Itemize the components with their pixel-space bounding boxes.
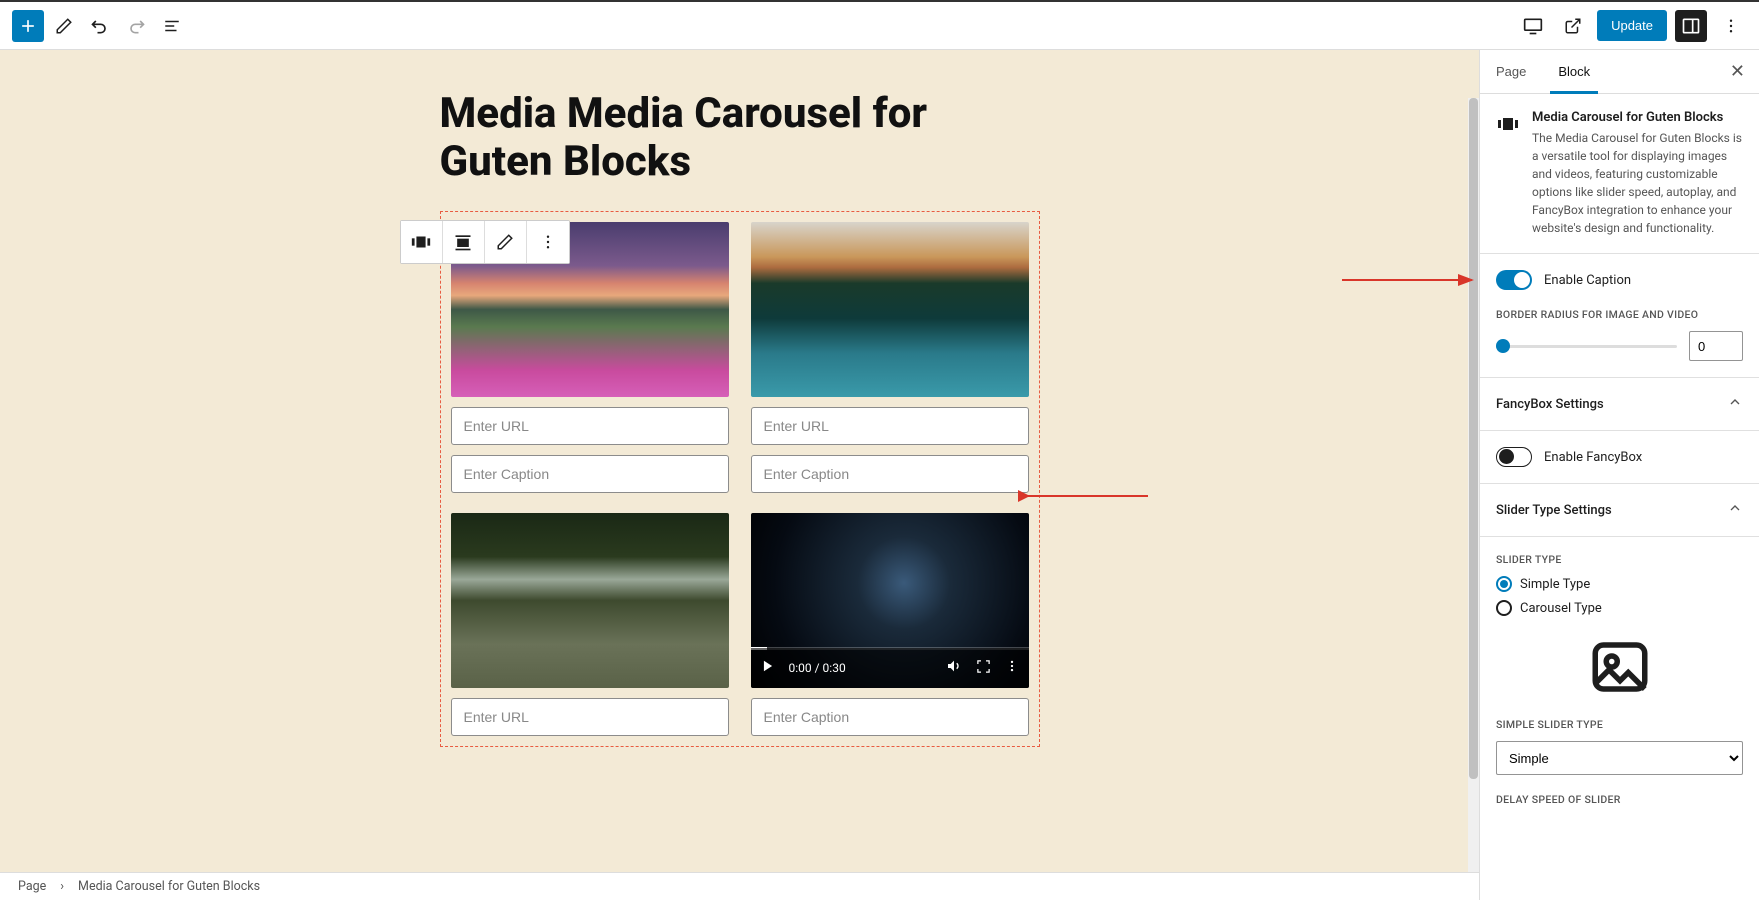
block-type-button[interactable]: [401, 221, 443, 263]
tab-block[interactable]: Block: [1542, 50, 1606, 93]
update-button[interactable]: Update: [1597, 10, 1667, 41]
play-icon[interactable]: [761, 659, 775, 676]
video-more-icon[interactable]: [1005, 659, 1019, 676]
block-more-button[interactable]: [527, 221, 569, 263]
url-input[interactable]: [451, 407, 729, 445]
chevron-up-icon: [1727, 394, 1743, 414]
volume-icon[interactable]: [946, 658, 962, 677]
block-icon: [1496, 112, 1520, 136]
delay-speed-label: DELAY SPEED OF SLIDER: [1496, 793, 1743, 806]
undo-button[interactable]: [84, 10, 116, 42]
border-radius-label: BORDER RADIUS FOR IMAGE AND VIDEO: [1496, 308, 1743, 321]
redo-button[interactable]: [120, 10, 152, 42]
view-page-button[interactable]: [1557, 10, 1589, 42]
video-time: 0:00 / 0:30: [789, 661, 846, 675]
breadcrumb-root[interactable]: Page: [18, 879, 46, 894]
border-radius-input[interactable]: [1689, 331, 1743, 361]
settings-sidebar: Page Block ✕ Media Carousel for Guten Bl…: [1479, 50, 1759, 900]
caption-input[interactable]: [751, 455, 1029, 493]
document-overview-button[interactable]: [156, 10, 188, 42]
enable-fancybox-toggle[interactable]: [1496, 447, 1532, 467]
preview-device-button[interactable]: [1517, 10, 1549, 42]
breadcrumb-current[interactable]: Media Carousel for Guten Blocks: [78, 879, 260, 894]
chevron-right-icon: ›: [60, 879, 64, 894]
media-item: [751, 222, 1029, 493]
media-thumbnail[interactable]: [451, 513, 729, 688]
add-block-button[interactable]: [12, 10, 44, 42]
chevron-up-icon: [1727, 500, 1743, 520]
editor-canvas[interactable]: Media Media Carousel for Guten Blocks: [0, 50, 1479, 900]
radio-simple-type[interactable]: Simple Type: [1496, 576, 1743, 592]
url-input[interactable]: [751, 407, 1029, 445]
close-sidebar-button[interactable]: ✕: [1716, 61, 1759, 82]
edit-mode-button[interactable]: [48, 10, 80, 42]
tab-page[interactable]: Page: [1480, 50, 1542, 93]
fullscreen-icon[interactable]: [976, 659, 991, 677]
more-options-button[interactable]: [1715, 10, 1747, 42]
enable-caption-label: Enable Caption: [1544, 273, 1631, 288]
enable-caption-toggle[interactable]: [1496, 270, 1532, 290]
media-thumbnail[interactable]: [751, 222, 1029, 397]
settings-sidebar-toggle[interactable]: [1675, 10, 1707, 42]
caption-input[interactable]: [751, 698, 1029, 736]
media-item: [451, 513, 729, 736]
media-carousel-block[interactable]: 0:00 / 0:30: [440, 211, 1040, 747]
url-input[interactable]: [451, 698, 729, 736]
breadcrumb: Page › Media Carousel for Guten Blocks: [0, 872, 1479, 900]
slider-type-label: SLIDER TYPE: [1496, 553, 1743, 566]
block-toolbar: [400, 220, 570, 264]
page-title[interactable]: Media Media Carousel for Guten Blocks: [440, 90, 1040, 187]
fancybox-section-header[interactable]: FancyBox Settings: [1480, 378, 1759, 431]
block-description: The Media Carousel for Guten Blocks is a…: [1532, 129, 1743, 237]
border-radius-slider[interactable]: [1496, 345, 1677, 348]
slider-type-section-header[interactable]: Slider Type Settings: [1480, 484, 1759, 537]
canvas-scrollbar[interactable]: [1468, 98, 1479, 872]
block-edit-button[interactable]: [485, 221, 527, 263]
block-name: Media Carousel for Guten Blocks: [1532, 110, 1743, 125]
editor-topbar: Update: [0, 2, 1759, 50]
radio-carousel-type[interactable]: Carousel Type: [1496, 600, 1743, 616]
media-item: 0:00 / 0:30: [751, 513, 1029, 736]
block-align-button[interactable]: [443, 221, 485, 263]
media-video-thumbnail[interactable]: 0:00 / 0:30: [751, 513, 1029, 688]
enable-fancybox-label: Enable FancyBox: [1544, 450, 1642, 465]
slider-type-preview-icon: [1496, 616, 1743, 706]
simple-slider-type-select[interactable]: Simple: [1496, 741, 1743, 775]
caption-input[interactable]: [451, 455, 729, 493]
simple-slider-type-label: SIMPLE SLIDER TYPE: [1496, 718, 1743, 731]
